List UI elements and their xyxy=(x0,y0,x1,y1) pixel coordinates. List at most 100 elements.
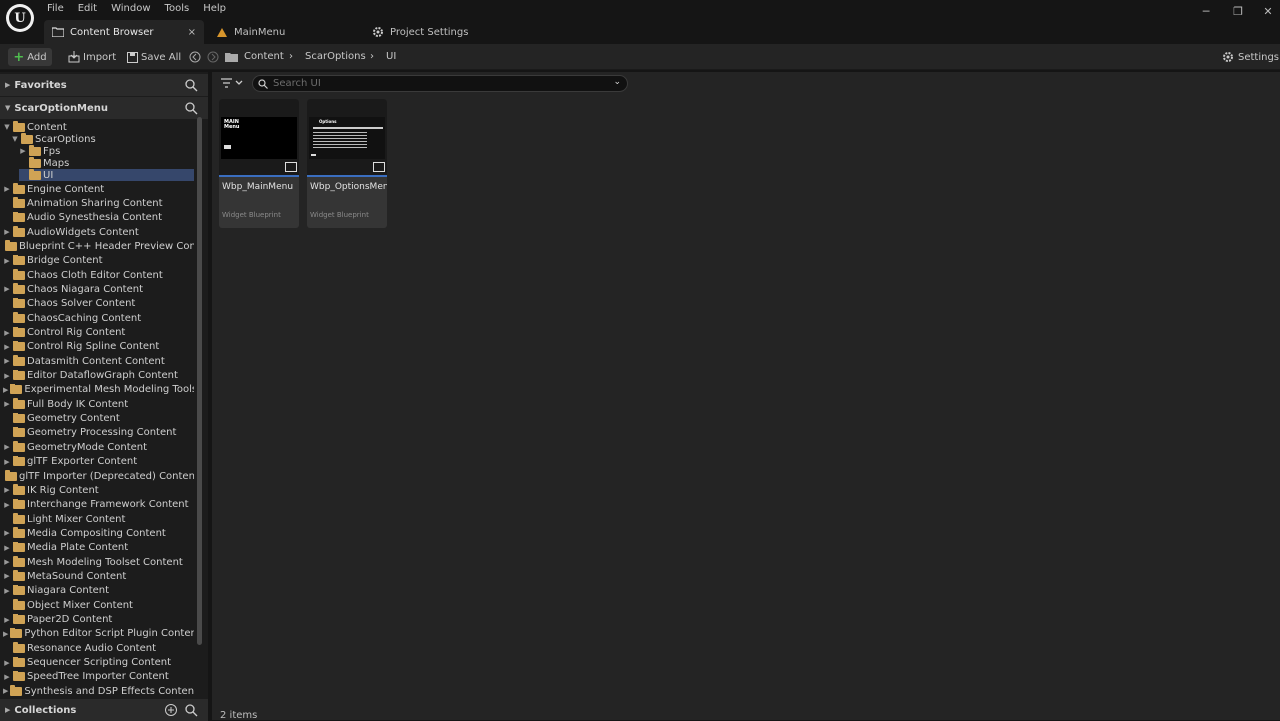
tree-item[interactable]: ▶ AudioWidgets Content xyxy=(3,226,194,238)
tree-item[interactable]: ▶ glTF Exporter Content xyxy=(3,455,194,468)
save-all-button[interactable]: Save All xyxy=(127,48,181,66)
tree-item[interactable]: ▶ Full Body IK Content xyxy=(3,398,194,410)
collapsed-arrow-icon[interactable]: ▶ xyxy=(3,357,11,365)
tree-item[interactable]: Animation Sharing Content xyxy=(3,197,194,209)
tree-item[interactable]: ▶ Sequencer Scripting Content xyxy=(3,656,194,669)
tree-item[interactable]: Chaos Solver Content xyxy=(3,297,194,310)
breadcrumb-ui[interactable]: UI xyxy=(386,49,396,65)
folder-path-icon[interactable] xyxy=(225,48,238,66)
asset-tile-wbp-mainmenu[interactable]: MAIN Menu Wbp_MainMenu Widget Blueprint xyxy=(219,99,299,228)
search-icon[interactable] xyxy=(184,101,198,115)
tree-item[interactable]: ▶ IK Rig Content xyxy=(3,484,194,496)
tree-item[interactable]: Geometry Processing Content xyxy=(3,426,194,439)
forward-button[interactable] xyxy=(207,48,219,66)
chevron-down-icon[interactable]: ⌄ xyxy=(613,77,621,87)
collapsed-arrow-icon[interactable]: ▶ xyxy=(3,616,11,624)
expanded-arrow-icon[interactable]: ▼ xyxy=(11,135,19,143)
menu-file[interactable]: File xyxy=(40,2,71,16)
tree-item[interactable]: ▶ Bridge Content xyxy=(3,254,194,267)
tab-project-settings[interactable]: Project Settings xyxy=(364,20,476,44)
tree-item[interactable]: Blueprint C++ Header Preview Content xyxy=(3,240,194,252)
menu-window[interactable]: Window xyxy=(104,2,157,16)
expanded-arrow-icon[interactable]: ▼ xyxy=(3,123,11,131)
tree-item[interactable]: glTF Importer (Deprecated) Content xyxy=(3,470,194,482)
tree-item[interactable]: ▶ Fps xyxy=(19,145,194,157)
collapsed-arrow-icon[interactable]: ▶ xyxy=(3,659,11,667)
tab-mainmenu[interactable]: MainMenu xyxy=(208,20,364,44)
tree-scrollbar[interactable] xyxy=(197,117,202,645)
tree-item[interactable]: ▶ Interchange Framework Content xyxy=(3,498,194,511)
tree-item[interactable]: ▶ Engine Content xyxy=(3,183,194,195)
filter-button[interactable] xyxy=(220,75,250,91)
collapsed-arrow-icon[interactable]: ▶ xyxy=(3,673,11,681)
collapsed-arrow-icon[interactable]: ▶ xyxy=(3,228,11,236)
tree-item[interactable]: ▶ GeometryMode Content xyxy=(3,441,194,453)
collapsed-arrow-icon[interactable]: ▶ xyxy=(3,486,11,494)
collapsed-arrow-icon[interactable]: ▶ xyxy=(3,343,11,351)
tree-item[interactable]: ▶ Niagara Content xyxy=(3,584,194,597)
back-button[interactable] xyxy=(189,48,201,66)
tree-item[interactable]: ▶ SpeedTree Importer Content xyxy=(3,670,194,683)
tree-item[interactable]: Light Mixer Content xyxy=(3,513,194,525)
tree-item[interactable]: ▼ ScarOptions xyxy=(11,133,194,145)
search-input[interactable]: Search UI ⌄ xyxy=(252,75,628,92)
tree-item[interactable]: ▶ Chaos Niagara Content xyxy=(3,283,194,295)
tree-item[interactable]: ▶ Paper2D Content xyxy=(3,613,194,626)
tree-item[interactable]: Object Mixer Content xyxy=(3,599,194,611)
tree-item[interactable]: ▶ Control Rig Spline Content xyxy=(3,340,194,353)
collapsed-arrow-icon[interactable]: ▶ xyxy=(3,687,8,695)
collapsed-arrow-icon[interactable]: ▶ xyxy=(3,544,11,552)
collapsed-arrow-icon[interactable]: ▶ xyxy=(3,285,11,293)
close-window-button[interactable]: ✕ xyxy=(1258,4,1278,20)
tree-item[interactable]: ▶ Synthesis and DSP Effects Content xyxy=(3,685,194,697)
collapsed-arrow-icon[interactable]: ▶ xyxy=(3,572,11,580)
tree-item[interactable]: Maps xyxy=(19,157,194,169)
tree-item[interactable]: Resonance Audio Content xyxy=(3,642,194,654)
tab-content-browser[interactable]: Content Browser × xyxy=(44,20,204,44)
menu-tools[interactable]: Tools xyxy=(158,2,197,16)
unreal-logo-icon[interactable]: U xyxy=(6,4,34,32)
tree-item[interactable]: ▶ Control Rig Content xyxy=(3,326,194,339)
collapsed-arrow-icon[interactable]: ▶ xyxy=(3,458,11,466)
tree-item[interactable]: ▼ Content xyxy=(3,121,194,133)
asset-tile-wbp-optionsmenu[interactable]: Options Wbp_OptionsMenu Widget Blueprint xyxy=(307,99,387,228)
collapsed-arrow-icon[interactable]: ▶ xyxy=(3,400,11,408)
project-header[interactable]: ▼ ScarOptionMenu xyxy=(0,97,208,119)
menu-edit[interactable]: Edit xyxy=(71,2,104,16)
collapsed-arrow-icon[interactable]: ▶ xyxy=(3,372,11,380)
collapsed-arrow-icon[interactable]: ▶ xyxy=(3,443,11,451)
collapsed-arrow-icon[interactable]: ▶ xyxy=(3,529,11,537)
import-button[interactable]: Import xyxy=(68,48,116,66)
tree-item[interactable]: ▶ Mesh Modeling Toolset Content xyxy=(3,556,194,568)
minimize-button[interactable]: ─ xyxy=(1196,4,1216,20)
collapsed-arrow-icon[interactable]: ▶ xyxy=(3,257,11,265)
tree-item[interactable]: ChaosCaching Content xyxy=(3,312,194,324)
tree-item[interactable]: ▶ Datasmith Content Content xyxy=(3,355,194,367)
collapsed-arrow-icon[interactable]: ▶ xyxy=(3,501,11,509)
collapsed-arrow-icon[interactable]: ▶ xyxy=(19,147,27,155)
tree-item[interactable]: UI xyxy=(19,169,194,181)
tree-item[interactable]: Geometry Content xyxy=(3,412,194,425)
collapsed-arrow-icon[interactable]: ▶ xyxy=(3,329,11,337)
tree-item[interactable]: Chaos Cloth Editor Content xyxy=(3,269,194,281)
collapsed-arrow-icon[interactable]: ▶ xyxy=(3,630,8,638)
tab-close-icon[interactable]: × xyxy=(188,27,196,38)
tree-item[interactable]: ▶ Editor DataflowGraph Content xyxy=(3,369,194,382)
add-collection-icon[interactable] xyxy=(164,703,178,717)
search-icon[interactable] xyxy=(184,703,198,717)
menu-help[interactable]: Help xyxy=(196,2,233,16)
collapsed-arrow-icon[interactable]: ▶ xyxy=(3,185,11,193)
tree-item[interactable]: ▶ Media Compositing Content xyxy=(3,527,194,539)
tree-item[interactable]: ▶ Experimental Mesh Modeling Toolset Cont… xyxy=(3,383,194,396)
collections-header[interactable]: ▶ Collections xyxy=(0,699,208,721)
tree-item[interactable]: ▶ MetaSound Content xyxy=(3,570,194,582)
breadcrumb-content[interactable]: Content xyxy=(244,49,284,65)
tree-item[interactable]: Audio Synesthesia Content xyxy=(3,211,194,224)
collapsed-arrow-icon[interactable]: ▶ xyxy=(3,587,11,595)
tree-item[interactable]: ▶ Media Plate Content xyxy=(3,541,194,554)
tree-item[interactable]: ▶ Python Editor Script Plugin Content xyxy=(3,627,194,640)
restore-button[interactable]: ❐ xyxy=(1228,4,1248,20)
breadcrumb-scaroptions[interactable]: ScarOptions xyxy=(305,49,366,65)
collapsed-arrow-icon[interactable]: ▶ xyxy=(3,558,11,566)
add-button[interactable]: + Add xyxy=(8,48,52,66)
